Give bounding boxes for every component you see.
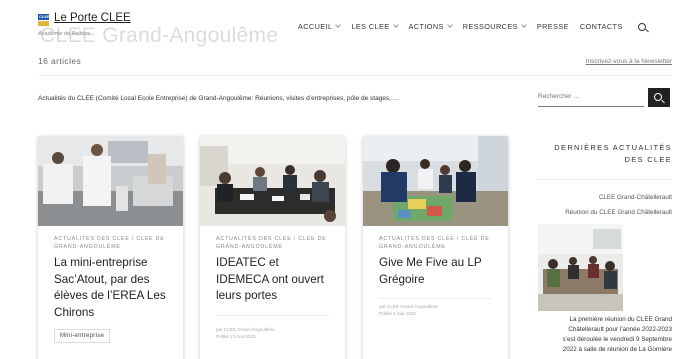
header-divider bbox=[38, 75, 672, 76]
archive-description: Actualités du CLEE (Comité Local Ecole E… bbox=[38, 95, 400, 102]
post-author[interactable]: par CLEE Grand-Angoulême bbox=[379, 303, 492, 310]
post-category[interactable]: ACTUALITÉS DES CLEE / CLEE DE GRAND-ANGO… bbox=[54, 236, 167, 251]
post-thumbnail-lab[interactable] bbox=[38, 136, 183, 226]
nav-item-actions[interactable]: ACTIONS bbox=[409, 22, 453, 31]
nav-item-presse[interactable]: PRESSE bbox=[537, 22, 569, 31]
post-category[interactable]: ACTUALITÉS DES CLEE / CLEE DE GRAND-ANGO… bbox=[216, 236, 329, 251]
sidebar-category-link[interactable]: CLEE Grand-Châtellerault bbox=[599, 194, 672, 201]
chevron-down-icon bbox=[392, 22, 399, 28]
sidebar-post-thumbnail[interactable] bbox=[538, 224, 623, 311]
nav-item-les-clee[interactable]: LES CLEE bbox=[351, 22, 399, 31]
chevron-down-icon bbox=[521, 22, 527, 28]
post-title[interactable]: Give Me Five au LP Grégoire bbox=[379, 255, 492, 288]
sidebar-search bbox=[538, 87, 670, 107]
nav-item-contacts[interactable]: CONTACTS bbox=[580, 22, 623, 31]
article-count: 16 articles bbox=[38, 56, 82, 66]
meta-divider bbox=[216, 314, 329, 316]
search-button[interactable] bbox=[648, 87, 670, 107]
post-title[interactable]: La mini-entreprise Sac’Atout, par des él… bbox=[54, 255, 167, 321]
sidebar-post-link[interactable]: Réunion du CLEE Grand Châtellerault bbox=[565, 209, 672, 216]
nav-item-ressources[interactable]: RESSOURCES bbox=[463, 22, 527, 31]
site-tagline: Académie de Poitiers bbox=[38, 31, 90, 37]
site-logo[interactable]: CLEE Le Porte CLEE bbox=[38, 11, 131, 26]
post-category[interactable]: ACTUALITÉS DES CLEE / CLEE DE GRAND-ANGO… bbox=[379, 236, 492, 251]
nav-item-accueil[interactable]: ACCUEIL bbox=[298, 22, 342, 31]
post-thumbnail-workshop[interactable] bbox=[363, 136, 508, 226]
site-name-link[interactable]: Le Porte CLEE bbox=[54, 11, 131, 25]
post-card: ACTUALITÉS DES CLEE / CLEE DE GRAND-ANGO… bbox=[363, 136, 508, 359]
search-icon bbox=[654, 93, 662, 101]
main-navigation: ACCUEIL LES CLEE ACTIONS RESSOURCES PRES… bbox=[298, 22, 646, 31]
post-title[interactable]: IDEATEC et IDEMECA ont ouvert leurs port… bbox=[216, 255, 329, 305]
search-icon[interactable] bbox=[637, 22, 646, 31]
sidebar-post-excerpt: La première réunion du CLEE Grand Châtel… bbox=[562, 316, 672, 353]
post-card: ACTUALITÉS DES CLEE / CLEE DE GRAND-ANGO… bbox=[38, 136, 183, 359]
post-date: Publié 4 mai 2022 bbox=[379, 311, 416, 316]
post-tag[interactable]: Mini-entreprise bbox=[54, 329, 111, 343]
newsletter-link[interactable]: Inscrivez-vous à la Newsletter bbox=[586, 58, 672, 65]
post-author[interactable]: par CLEE Grand-Angoulême bbox=[216, 326, 329, 333]
sidebar-widget-title: DERNIÈRES ACTUALITÉS DES CLEE bbox=[554, 143, 672, 164]
post-card: ACTUALITÉS DES CLEE / CLEE DE GRAND-ANGO… bbox=[200, 136, 345, 359]
post-date: Publié 13 mai 2022 bbox=[216, 333, 256, 339]
search-input[interactable] bbox=[538, 87, 644, 107]
meta-divider bbox=[379, 298, 492, 299]
chevron-down-icon bbox=[335, 22, 342, 28]
clee-logo-icon: CLEE bbox=[38, 14, 50, 26]
post-thumbnail-meeting[interactable] bbox=[200, 136, 345, 226]
sidebar-divider bbox=[538, 179, 672, 180]
chevron-down-icon bbox=[446, 22, 453, 28]
